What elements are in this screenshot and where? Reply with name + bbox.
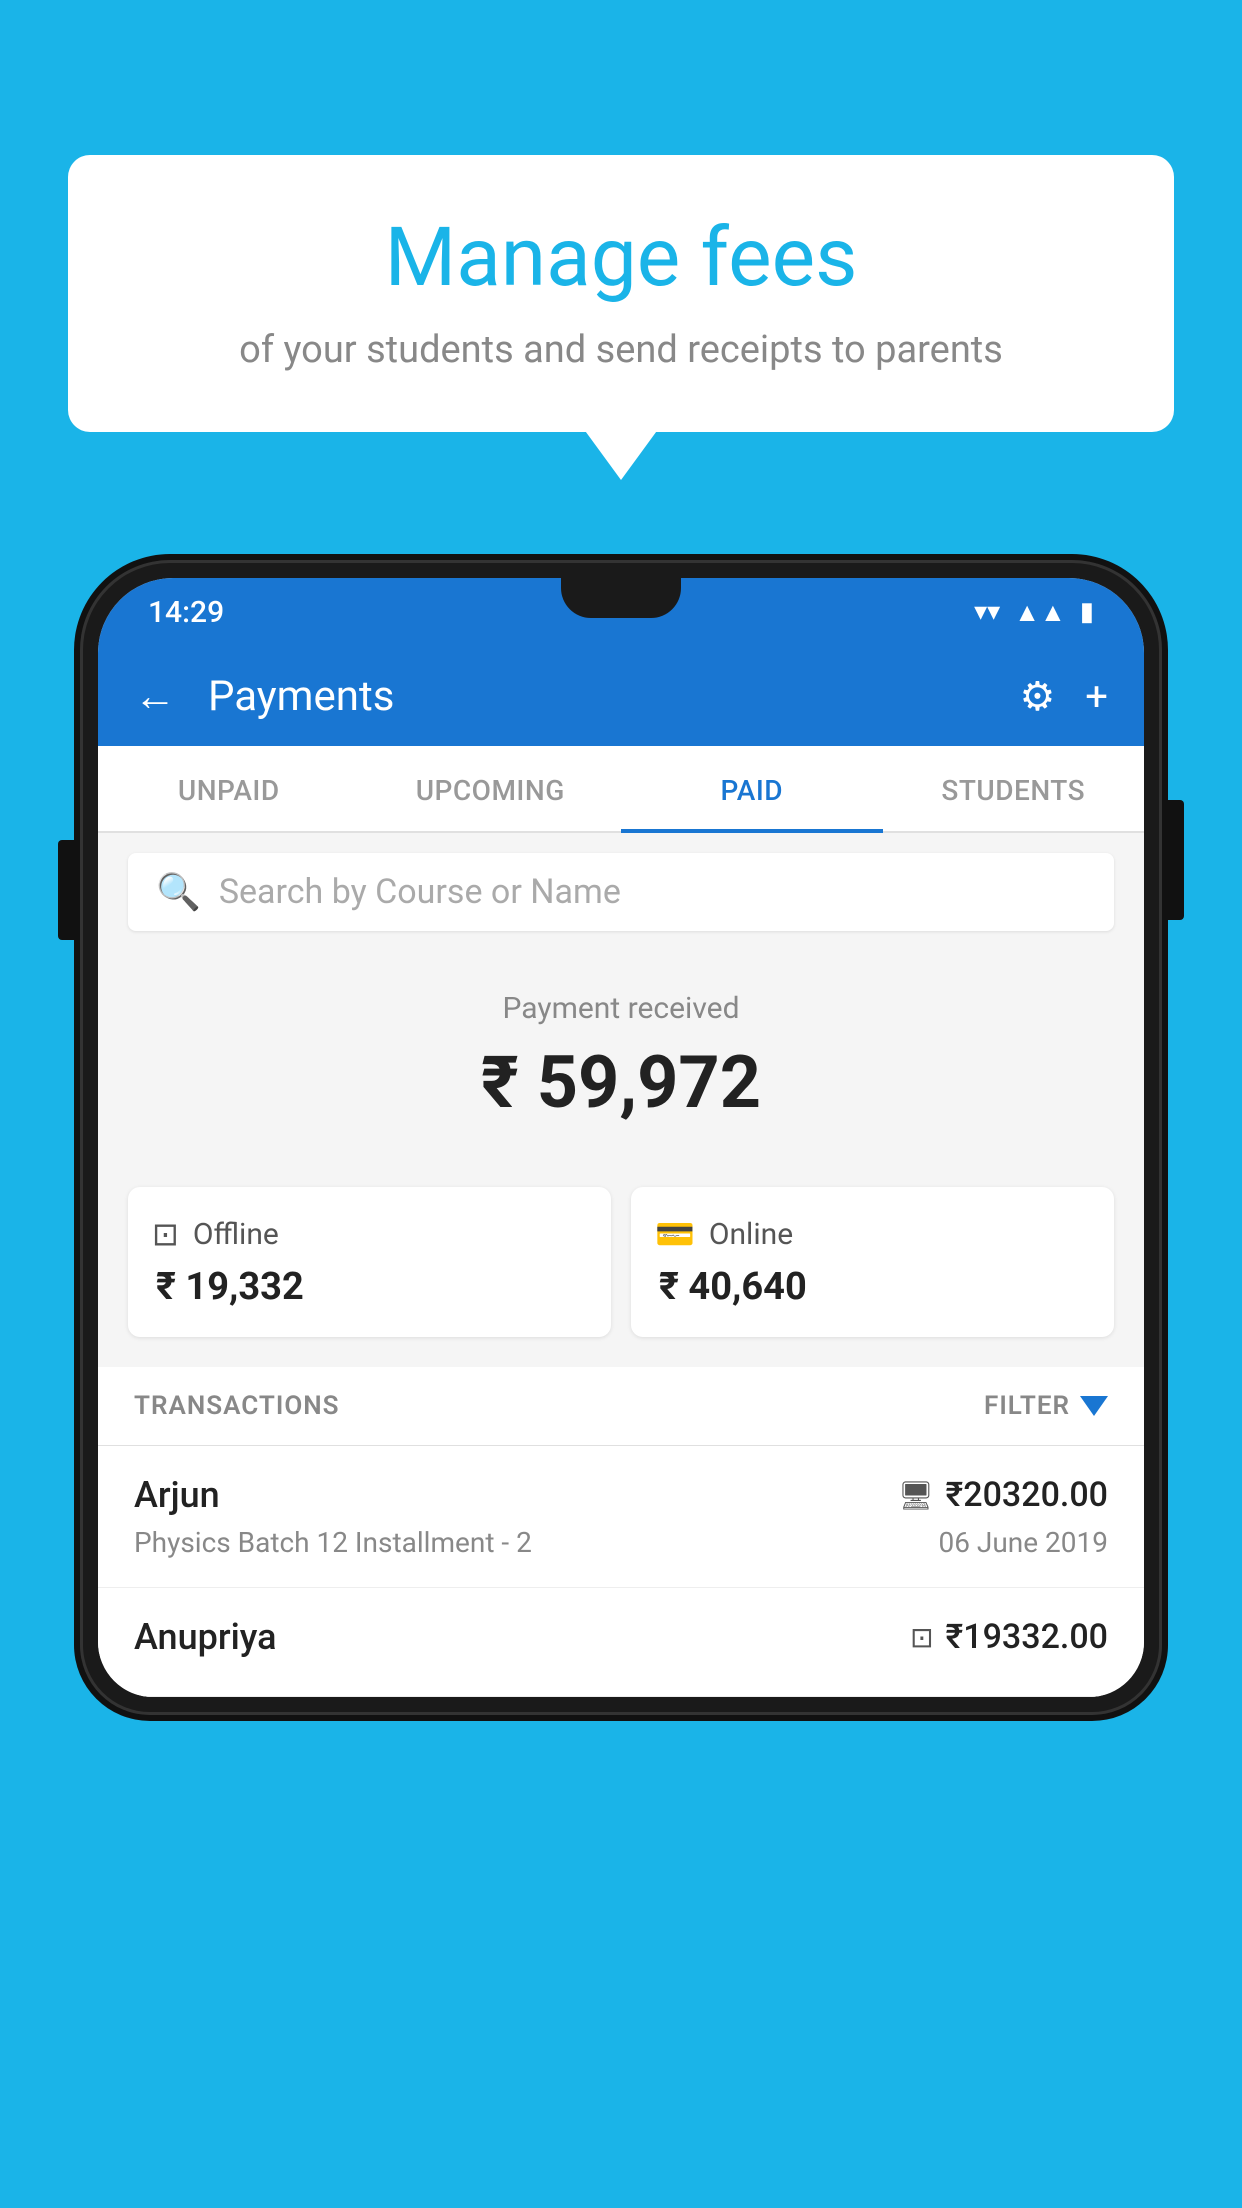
phone-screen: 14:29 ▾▾ ▲▲ ▮ ← Payments ⚙ + UNPAID UP [98, 578, 1144, 1697]
transaction-row[interactable]: Anupriya ⊡ ₹19332.00 [98, 1588, 1144, 1697]
transaction-name: Anupriya [134, 1616, 277, 1658]
filter-label: FILTER [984, 1391, 1070, 1421]
signal-icon: ▲▲ [1014, 597, 1065, 628]
tab-students[interactable]: STUDENTS [883, 746, 1145, 831]
app-bar: ← Payments ⚙ + [98, 646, 1144, 746]
search-box[interactable]: 🔍 Search by Course or Name [128, 853, 1114, 931]
tab-paid[interactable]: PAID [621, 746, 883, 831]
status-icons: ▾▾ ▲▲ ▮ [974, 597, 1094, 628]
status-time: 14:29 [148, 595, 224, 630]
speech-bubble-subtitle: of your students and send receipts to pa… [128, 328, 1114, 372]
transaction-top: Arjun 🖥 ₹20320.00 [134, 1474, 1108, 1516]
payment-received-amount: ₹ 59,972 [128, 1040, 1114, 1125]
transactions-header: TRANSACTIONS FILTER [98, 1367, 1144, 1446]
phone-notch [561, 578, 681, 618]
wifi-icon: ▾▾ [974, 597, 1000, 627]
offline-card: ⊡ Offline ₹ 19,332 [128, 1187, 611, 1337]
transaction-top: Anupriya ⊡ ₹19332.00 [134, 1616, 1108, 1658]
transaction-payment-icon: 🖥 [898, 1479, 934, 1512]
transaction-bottom: Physics Batch 12 Installment - 2 06 June… [134, 1526, 1108, 1559]
offline-amount: ₹ 19,332 [152, 1265, 587, 1309]
offline-icon: ⊡ [152, 1215, 179, 1253]
filter-icon [1080, 1396, 1108, 1416]
speech-bubble: Manage fees of your students and send re… [68, 155, 1174, 432]
tabs-bar: UNPAID UPCOMING PAID STUDENTS [98, 746, 1144, 833]
online-card-header: 💳 Online [655, 1215, 1090, 1253]
filter-button[interactable]: FILTER [984, 1391, 1108, 1421]
battery-icon: ▮ [1080, 597, 1094, 627]
offline-label: Offline [193, 1217, 279, 1252]
transaction-date: 06 June 2019 [938, 1526, 1108, 1559]
settings-button[interactable]: ⚙ [1019, 673, 1055, 720]
transaction-row[interactable]: Arjun 🖥 ₹20320.00 Physics Batch 12 Insta… [98, 1446, 1144, 1588]
transaction-amount: ₹20320.00 [946, 1475, 1108, 1515]
tab-unpaid[interactable]: UNPAID [98, 746, 360, 831]
search-input[interactable]: Search by Course or Name [219, 872, 621, 912]
phone-outer: 14:29 ▾▾ ▲▲ ▮ ← Payments ⚙ + UNPAID UP [80, 560, 1162, 1715]
add-button[interactable]: + [1085, 673, 1108, 720]
back-button[interactable]: ← [134, 672, 176, 721]
payment-received-section: Payment received ₹ 59,972 [98, 951, 1144, 1187]
offline-card-header: ⊡ Offline [152, 1215, 587, 1253]
app-bar-actions: ⚙ + [1019, 673, 1108, 720]
search-container: 🔍 Search by Course or Name [98, 833, 1144, 951]
transaction-course: Physics Batch 12 Installment - 2 [134, 1526, 532, 1559]
transactions-label: TRANSACTIONS [134, 1391, 340, 1421]
online-icon: 💳 [655, 1215, 695, 1253]
search-icon: 🔍 [156, 871, 201, 913]
transaction-amount: ₹19332.00 [946, 1617, 1108, 1657]
transaction-amount-wrapper: ⊡ ₹19332.00 [910, 1617, 1108, 1657]
online-card: 💳 Online ₹ 40,640 [631, 1187, 1114, 1337]
transaction-name: Arjun [134, 1474, 220, 1516]
payment-cards: ⊡ Offline ₹ 19,332 💳 Online ₹ 40,640 [98, 1187, 1144, 1367]
transaction-amount-wrapper: 🖥 ₹20320.00 [898, 1475, 1108, 1515]
tab-upcoming[interactable]: UPCOMING [360, 746, 622, 831]
speech-bubble-container: Manage fees of your students and send re… [68, 155, 1174, 432]
app-title: Payments [208, 672, 995, 721]
speech-bubble-title: Manage fees [128, 210, 1114, 306]
payment-received-label: Payment received [128, 991, 1114, 1026]
online-amount: ₹ 40,640 [655, 1265, 1090, 1309]
phone-wrapper: 14:29 ▾▾ ▲▲ ▮ ← Payments ⚙ + UNPAID UP [80, 560, 1162, 2208]
transaction-payment-icon: ⊡ [910, 1621, 933, 1654]
online-label: Online [709, 1217, 793, 1252]
